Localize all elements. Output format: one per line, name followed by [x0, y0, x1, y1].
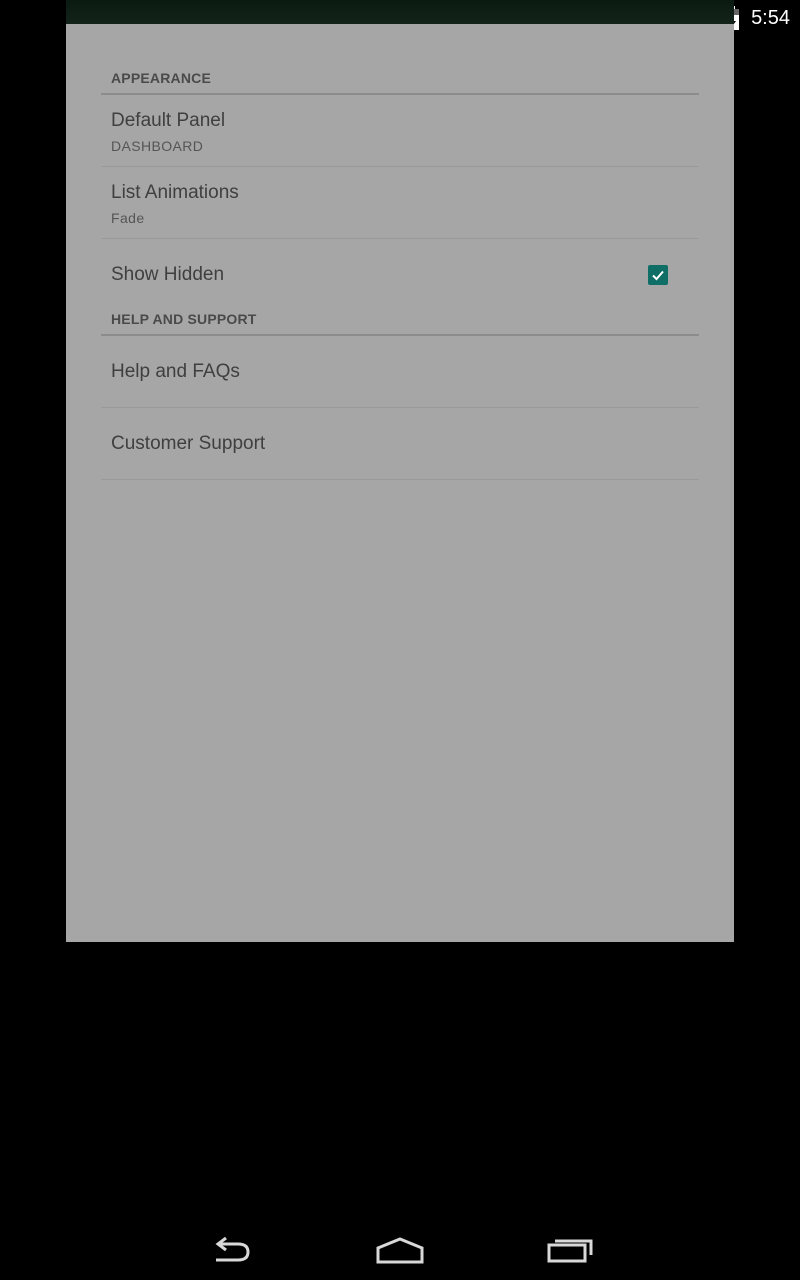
pref-default-panel[interactable]: Default Panel DASHBOARD: [101, 95, 699, 167]
section-header-help: HELP AND SUPPORT: [101, 301, 699, 336]
pref-default-panel-title: Default Panel: [111, 110, 226, 131]
pref-customer-support-title: Customer Support: [111, 433, 266, 454]
pref-list-animations[interactable]: List Animations Fade: [101, 167, 699, 239]
pref-help-faqs[interactable]: Help and FAQs: [101, 336, 699, 408]
home-icon: [376, 1237, 424, 1264]
pref-customer-support[interactable]: Customer Support: [101, 408, 699, 480]
dialog-title-strip: [66, 0, 734, 24]
back-icon: [215, 1236, 250, 1262]
recents-button[interactable]: [540, 1230, 600, 1270]
checkmark-icon: [652, 270, 664, 281]
navigation-bar: [0, 1220, 800, 1280]
pref-show-hidden-title: Show Hidden: [111, 264, 225, 285]
section-header-appearance: APPEARANCE: [101, 60, 699, 95]
pref-help-faqs-title: Help and FAQs: [111, 361, 240, 382]
pref-default-panel-summary: DASHBOARD: [111, 138, 204, 154]
status-time: 5:54: [751, 7, 790, 29]
section-header-help-label: HELP AND SUPPORT: [111, 311, 257, 327]
settings-list: APPEARANCE Default Panel DASHBOARD List …: [101, 60, 699, 480]
show-hidden-checkbox[interactable]: [648, 265, 668, 285]
home-button[interactable]: [370, 1230, 430, 1270]
settings-dialog: APPEARANCE Default Panel DASHBOARD List …: [66, 0, 734, 942]
screen: 4G 5:54 APPEARANCE: [0, 0, 800, 1280]
back-button[interactable]: [200, 1230, 260, 1270]
pref-list-animations-summary: Fade: [111, 210, 145, 226]
pref-list-animations-title: List Animations: [111, 182, 239, 203]
recents-icon: [547, 1239, 593, 1263]
section-header-appearance-label: APPEARANCE: [111, 70, 212, 86]
